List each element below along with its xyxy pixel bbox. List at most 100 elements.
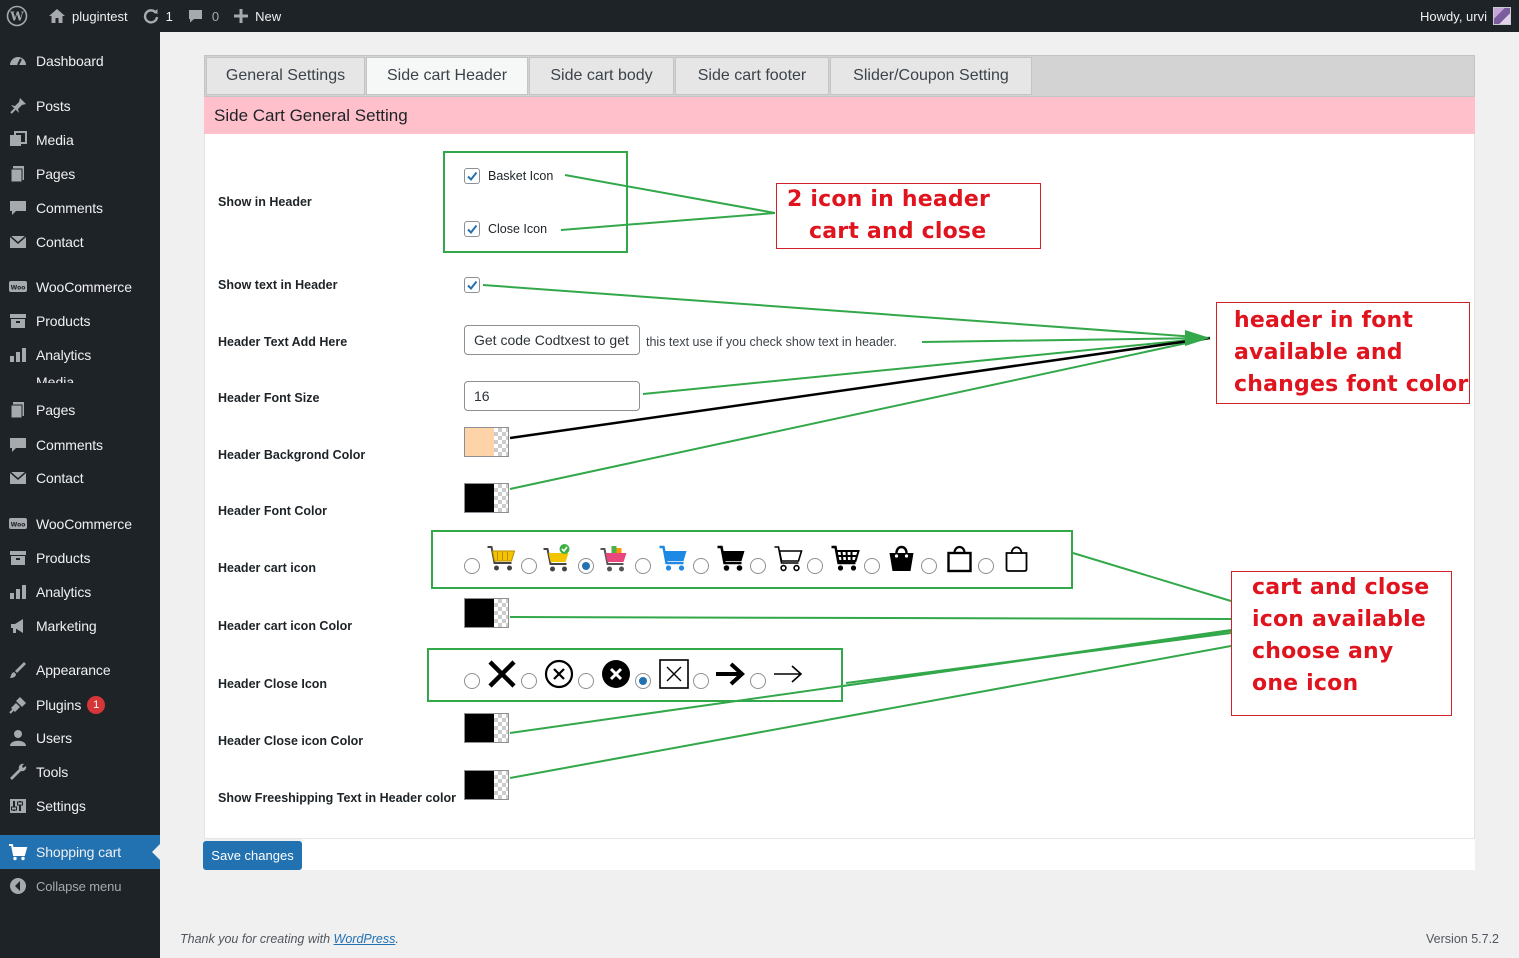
sidebar-item-label: Shopping cart xyxy=(36,844,122,860)
updates-link[interactable]: 1 xyxy=(135,0,180,32)
sidebar-item-label: Dashboard xyxy=(36,53,104,69)
woo-icon: Woo xyxy=(0,277,36,297)
sidebar-item-contact[interactable]: Contact xyxy=(0,225,160,259)
sidebar-item-analytics[interactable]: Analytics xyxy=(0,575,160,609)
sidebar-item-label: Users xyxy=(36,730,73,746)
sidebar-item-contact[interactable]: Contact xyxy=(0,461,160,495)
comments-link[interactable]: 0 xyxy=(180,0,226,32)
sidebar-item-plugins[interactable]: Plugins 1 xyxy=(0,688,160,722)
show-in-header-label: Show in Header xyxy=(218,195,312,209)
sidebar-item-label: Pages xyxy=(36,166,76,182)
bar-chart-icon xyxy=(0,345,36,365)
bg-color-label: Header Backgrond Color xyxy=(218,448,366,462)
sidebar-item-label: Products xyxy=(36,313,91,329)
sidebar-item-pages[interactable]: Pages xyxy=(0,157,160,191)
annotation-box-show-in-header xyxy=(443,151,628,253)
sidebar-item-media[interactable]: Media xyxy=(0,123,160,157)
plug-icon xyxy=(0,695,36,715)
show-text-checkbox[interactable] xyxy=(464,277,480,293)
sidebar-item-comments[interactable]: Comments xyxy=(0,191,160,225)
annotation-note-font: header in font available and changes fon… xyxy=(1216,302,1470,404)
new-label: New xyxy=(255,8,282,24)
brush-icon xyxy=(0,660,36,680)
sidebar-item-label: Comments xyxy=(36,200,103,216)
avatar[interactable] xyxy=(1493,7,1511,25)
dashboard-icon xyxy=(0,51,36,71)
wrench-icon xyxy=(0,762,36,782)
sidebar-item-label: WooCommerce xyxy=(36,516,132,532)
howdy-user[interactable]: Howdy, urvi xyxy=(1420,9,1487,24)
sidebar-item-pages[interactable]: Pages xyxy=(0,393,160,427)
tab-general-settings[interactable]: General Settings xyxy=(206,57,365,95)
font-size-input[interactable]: 16 xyxy=(464,381,640,411)
sidebar-item-label: Analytics xyxy=(36,347,92,363)
bg-color-swatch[interactable] xyxy=(464,427,509,457)
cart-icon-color-swatch[interactable] xyxy=(464,598,509,628)
sidebar-item-woocommerce[interactable]: Woo WooCommerce xyxy=(0,507,160,541)
sidebar-item-label: Collapse menu xyxy=(36,878,122,894)
settings-icon xyxy=(0,796,36,816)
freeship-color-label: Show Freeshipping Text in Header color xyxy=(218,791,457,805)
save-strip xyxy=(302,839,1475,870)
sidebar-item-analytics[interactable]: Analytics xyxy=(0,338,160,372)
wordpress-link[interactable]: WordPress xyxy=(334,932,396,946)
sidebar-item-woocommerce[interactable]: Woo WooCommerce xyxy=(0,270,160,304)
tab-side-cart-header[interactable]: Side cart Header xyxy=(366,57,528,95)
admin-bar: W plugintest 1 0 New Howdy, urvi xyxy=(0,0,1519,32)
sidebar-item-label: Plugins xyxy=(36,697,82,713)
freeship-color-swatch[interactable] xyxy=(464,770,509,800)
archive-icon xyxy=(0,311,36,331)
wordpress-logo[interactable]: W xyxy=(0,0,41,32)
sidebar-item-posts[interactable]: Posts xyxy=(0,89,160,123)
sidebar-item-appearance[interactable]: Appearance xyxy=(0,653,160,687)
archive-icon xyxy=(0,548,36,568)
new-content-link[interactable]: New xyxy=(226,0,288,32)
sidebar-item-products[interactable]: Products xyxy=(0,541,160,575)
updates-icon xyxy=(143,9,158,24)
user-icon xyxy=(0,728,36,748)
sidebar-item-dashboard[interactable]: Dashboard xyxy=(0,44,160,78)
update-count-badge: 1 xyxy=(87,696,106,714)
megaphone-icon xyxy=(0,616,36,636)
close-icon-color-swatch[interactable] xyxy=(464,713,509,743)
section-title: Side Cart General Setting xyxy=(204,97,1475,134)
cart-icon xyxy=(0,842,36,862)
font-color-swatch[interactable] xyxy=(464,483,509,513)
sidebar-item-shopping-cart[interactable]: Shopping cart xyxy=(0,835,160,869)
sidebar-item-comments[interactable]: Comments xyxy=(0,428,160,462)
header-text-input[interactable]: Get code Codtxest to get xyxy=(464,325,640,355)
tab-side-cart-body[interactable]: Side cart body xyxy=(529,57,674,95)
header-text-description: this text use if you check show text in … xyxy=(646,335,897,349)
sidebar-item-label: Contact xyxy=(36,470,84,486)
show-text-label: Show text in Header xyxy=(218,278,338,292)
pin-icon xyxy=(0,96,36,116)
sidebar-item-label: WooCommerce xyxy=(36,279,132,295)
sidebar-item-label: Settings xyxy=(36,798,86,814)
sidebar-item-settings[interactable]: Settings xyxy=(0,789,160,823)
sidebar-item-label: Pages xyxy=(36,402,76,418)
sidebar-item-collapse-menu[interactable]: Collapse menu xyxy=(0,869,160,903)
comments-count: 0 xyxy=(211,8,220,24)
svg-text:W: W xyxy=(9,10,24,24)
save-changes-button[interactable]: Save changes xyxy=(203,841,302,870)
sidebar-item-label: Appearance xyxy=(36,662,111,678)
footer-version: Version 5.7.2 xyxy=(1426,932,1499,946)
sidebar-item-tools[interactable]: Tools xyxy=(0,755,160,789)
check-icon xyxy=(467,280,478,291)
tab-side-cart-footer[interactable]: Side cart footer xyxy=(675,57,829,95)
site-name-link[interactable]: plugintest xyxy=(41,0,135,32)
sidebar-item-label: Media xyxy=(36,132,74,148)
mail-icon xyxy=(0,232,36,252)
sidebar-item-marketing[interactable]: Marketing xyxy=(0,609,160,643)
bar-chart-icon xyxy=(0,582,36,602)
sidebar-item-label: Comments xyxy=(36,437,103,453)
footer-thanks: Thank you for creating with WordPress. xyxy=(180,932,399,946)
site-name: plugintest xyxy=(72,8,128,24)
tab-slider-coupon-setting[interactable]: Slider/Coupon Setting xyxy=(830,57,1032,95)
mail-icon xyxy=(0,468,36,488)
font-size-label: Header Font Size xyxy=(218,391,320,405)
sidebar-item-users[interactable]: Users xyxy=(0,721,160,755)
sidebar-item-products[interactable]: Products xyxy=(0,304,160,338)
plus-icon xyxy=(234,9,249,23)
wordpress-logo-icon: W xyxy=(6,5,28,27)
